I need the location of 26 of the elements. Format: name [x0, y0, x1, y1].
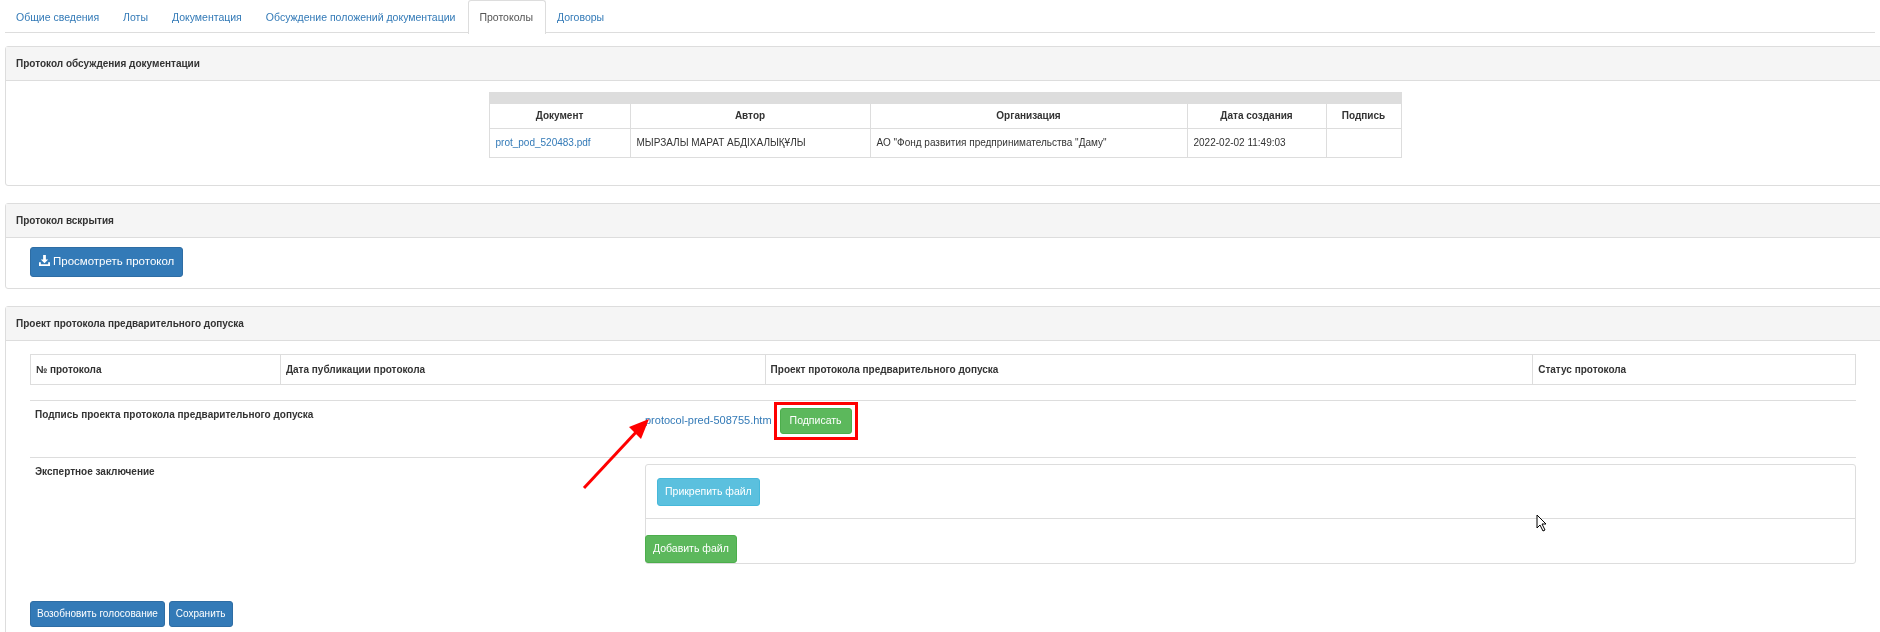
footer-button[interactable]: Сохранить	[168, 600, 233, 627]
table-cell: МЫРЗАЛЫ МАРАТ АБДІХАЛЫҚҰЛЫ	[630, 128, 870, 157]
table-cell: АО "Фонд развития предпринимательства "Даму"	[870, 128, 1187, 157]
column-header: Проект протокола предварительного допуска	[765, 354, 1533, 384]
file-link[interactable]: protocol-pred-508755.htm	[645, 412, 772, 429]
view-protocol-button[interactable]: Просмотреть протокол	[30, 246, 184, 277]
footer-button[interactable]: Возобновить голосование	[30, 600, 165, 627]
cursor-icon	[1536, 513, 1548, 532]
tab[interactable]: Документация	[160, 0, 255, 33]
tab[interactable]: Обсуждение положений документации	[254, 0, 469, 33]
tab[interactable]: Лоты	[112, 0, 161, 33]
field-label: Экспертное заключение	[34, 464, 156, 479]
table-cell: 2022-02-02 11:49:03	[1187, 128, 1326, 157]
tab[interactable]: Протоколы	[468, 0, 546, 34]
column-header: Статус протокола	[1532, 354, 1856, 384]
tab[interactable]: Общие сведения	[5, 0, 113, 33]
add-file-button[interactable]: Добавить файл	[645, 534, 737, 563]
sign-button[interactable]: Подписать	[779, 407, 852, 434]
field-label: Подпись проекта протокола предварительного допуска	[34, 407, 315, 422]
column-header: Дата публикации протокола	[280, 354, 766, 384]
column-header: № протокола	[30, 354, 281, 384]
panel-heading: Протокол обсуждения документации	[6, 47, 1880, 81]
tab[interactable]: Договоры	[545, 0, 618, 33]
panel-heading: Протокол вскрытия	[6, 203, 1880, 238]
download-icon	[39, 254, 50, 266]
panel-heading: Проект протокола предварительного допуска	[6, 306, 1880, 341]
